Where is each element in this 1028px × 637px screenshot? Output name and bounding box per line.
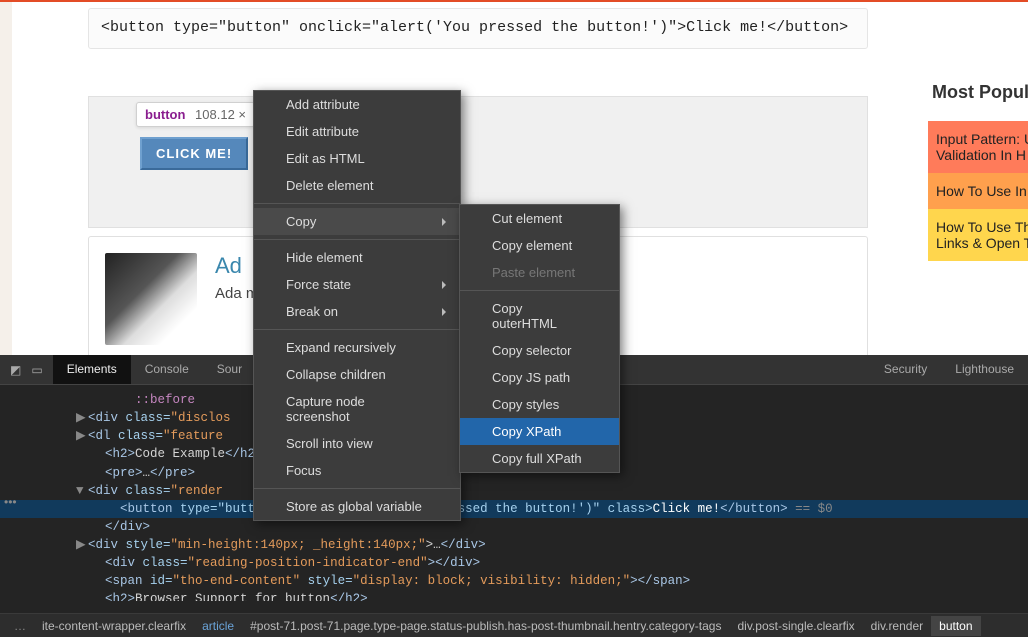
t: "display: block; visibility: hidden;": [353, 574, 631, 588]
breadcrumb-item[interactable]: div.render: [863, 616, 931, 636]
inspect-icon[interactable]: ◩: [10, 363, 21, 377]
t: "reading-position-indicator-end": [188, 556, 428, 570]
t: class=: [126, 484, 171, 498]
t: "min-height:140px; _height:140px;": [171, 538, 426, 552]
copy-menu-copy-js-path[interactable]: Copy JS path: [460, 364, 619, 391]
author-text-prefix: Ada: [215, 285, 242, 302]
copy-menu-paste-element: Paste element: [460, 259, 619, 286]
t: >…: [426, 538, 441, 552]
menu-scroll-into-view[interactable]: Scroll into view: [254, 430, 460, 457]
t: <pre>: [105, 466, 143, 480]
sidebar: Most Popula Input Pattern: UValidation I…: [928, 82, 1028, 261]
menu-separator: [254, 488, 460, 489]
t: style=: [300, 574, 353, 588]
copy-menu-copy-xpath[interactable]: Copy XPath: [460, 418, 619, 445]
t: Code Example: [135, 447, 225, 461]
t: ></div>: [428, 556, 481, 570]
t: "feature: [163, 429, 223, 443]
t: class=: [126, 411, 171, 425]
menu-separator: [254, 329, 460, 330]
t: <span: [105, 574, 150, 588]
t: </button>: [720, 502, 788, 516]
context-menu-main[interactable]: Add attributeEdit attributeEdit as HTMLD…: [253, 90, 461, 521]
t: Click me!: [653, 502, 721, 516]
avatar: [105, 253, 197, 345]
t: <dl: [88, 429, 118, 443]
menu-separator: [254, 203, 460, 204]
t: "tho-end-content": [173, 574, 301, 588]
copy-menu-copy-full-xpath[interactable]: Copy full XPath: [460, 445, 619, 472]
t: Browser Support for button: [135, 592, 330, 601]
sidebar-heading: Most Popula: [928, 82, 1028, 103]
t: </h2>: [330, 592, 368, 601]
copy-menu-copy-outerhtml[interactable]: Copy outerHTML: [460, 295, 619, 337]
t: </div>: [105, 520, 150, 534]
breadcrumb-ellipsis[interactable]: …: [6, 616, 34, 636]
tooltip-dimensions: 108.12 ×: [195, 107, 246, 122]
t: ></span>: [630, 574, 690, 588]
menu-force-state[interactable]: Force state: [254, 271, 460, 298]
t: <h2>: [105, 447, 135, 461]
menu-edit-as-html[interactable]: Edit as HTML: [254, 145, 460, 172]
menu-expand-recursively[interactable]: Expand recursively: [254, 334, 460, 361]
menu-edit-attribute[interactable]: Edit attribute: [254, 118, 460, 145]
copy-menu-cut-element[interactable]: Cut element: [460, 205, 619, 232]
t: <h2>: [105, 592, 135, 601]
t: class=: [143, 556, 188, 570]
menu-capture-node-screenshot[interactable]: Capture node screenshot: [254, 388, 460, 430]
menu-collapse-children[interactable]: Collapse children: [254, 361, 460, 388]
dom-breadcrumb[interactable]: … ite-content-wrapper.clearfix article#p…: [0, 613, 1028, 637]
pseudo-before: ::before: [135, 393, 195, 407]
menu-hide-element[interactable]: Hide element: [254, 244, 460, 271]
menu-store-as-global-variable[interactable]: Store as global variable: [254, 493, 460, 520]
t: id=: [150, 574, 173, 588]
copy-menu-copy-styles[interactable]: Copy styles: [460, 391, 619, 418]
t: <div: [88, 484, 126, 498]
menu-delete-element[interactable]: Delete element: [254, 172, 460, 199]
t: </pre>: [150, 466, 195, 480]
tab-security[interactable]: Security: [870, 355, 941, 384]
context-menu-copy[interactable]: Cut elementCopy elementPaste element Copy…: [459, 204, 620, 473]
inspect-tooltip: button 108.12 ×: [136, 102, 255, 127]
tooltip-tag: button: [145, 107, 185, 122]
copy-menu-copy-element[interactable]: Copy element: [460, 232, 619, 259]
breadcrumb-item[interactable]: div.post-single.clearfix: [729, 616, 862, 636]
t: "disclos: [171, 411, 231, 425]
t: <button: [120, 502, 180, 516]
t: == $0: [788, 502, 833, 516]
selected-node[interactable]: <button type="button" onclick="alert('Yo…: [0, 500, 1028, 518]
t: <div: [88, 411, 126, 425]
t: "render: [171, 484, 224, 498]
breadcrumb-item[interactable]: article: [194, 616, 242, 636]
tab-lighthouse[interactable]: Lighthouse: [941, 355, 1028, 384]
menu-copy[interactable]: Copy: [254, 208, 460, 235]
copy-menu-copy-selector[interactable]: Copy selector: [460, 337, 619, 364]
breadcrumb-item[interactable]: #post-71.post-71.page.type-page.status-p…: [242, 616, 729, 636]
menu-separator: [254, 239, 460, 240]
popular-item-3[interactable]: How To Use TheLinks & Open T: [928, 209, 1028, 261]
tab-sources[interactable]: Sour: [203, 355, 256, 384]
popular-item-1[interactable]: Input Pattern: UValidation In H: [928, 121, 1028, 173]
t: <div: [88, 538, 126, 552]
device-toggle-icon[interactable]: ▭: [31, 363, 42, 377]
t: <div: [105, 556, 143, 570]
t: </div>: [441, 538, 486, 552]
click-me-button[interactable]: CLICK ME!: [140, 137, 248, 170]
tab-elements[interactable]: Elements: [53, 355, 131, 384]
popular-item-2[interactable]: How To Use In I: [928, 173, 1028, 209]
t: style=: [126, 538, 171, 552]
left-margin: [0, 2, 12, 355]
breadcrumb-selected[interactable]: button: [931, 616, 980, 636]
menu-separator: [460, 290, 619, 291]
menu-focus[interactable]: Focus: [254, 457, 460, 484]
menu-break-on[interactable]: Break on: [254, 298, 460, 325]
breadcrumb-item[interactable]: ite-content-wrapper.clearfix: [34, 616, 194, 636]
t: class=: [118, 429, 163, 443]
menu-add-attribute[interactable]: Add attribute: [254, 91, 460, 118]
code-example-block: <button type="button" onclick="alert('Yo…: [88, 8, 868, 49]
t: …: [143, 466, 151, 480]
gutter-dots: •••: [0, 494, 21, 510]
tab-console[interactable]: Console: [131, 355, 203, 384]
